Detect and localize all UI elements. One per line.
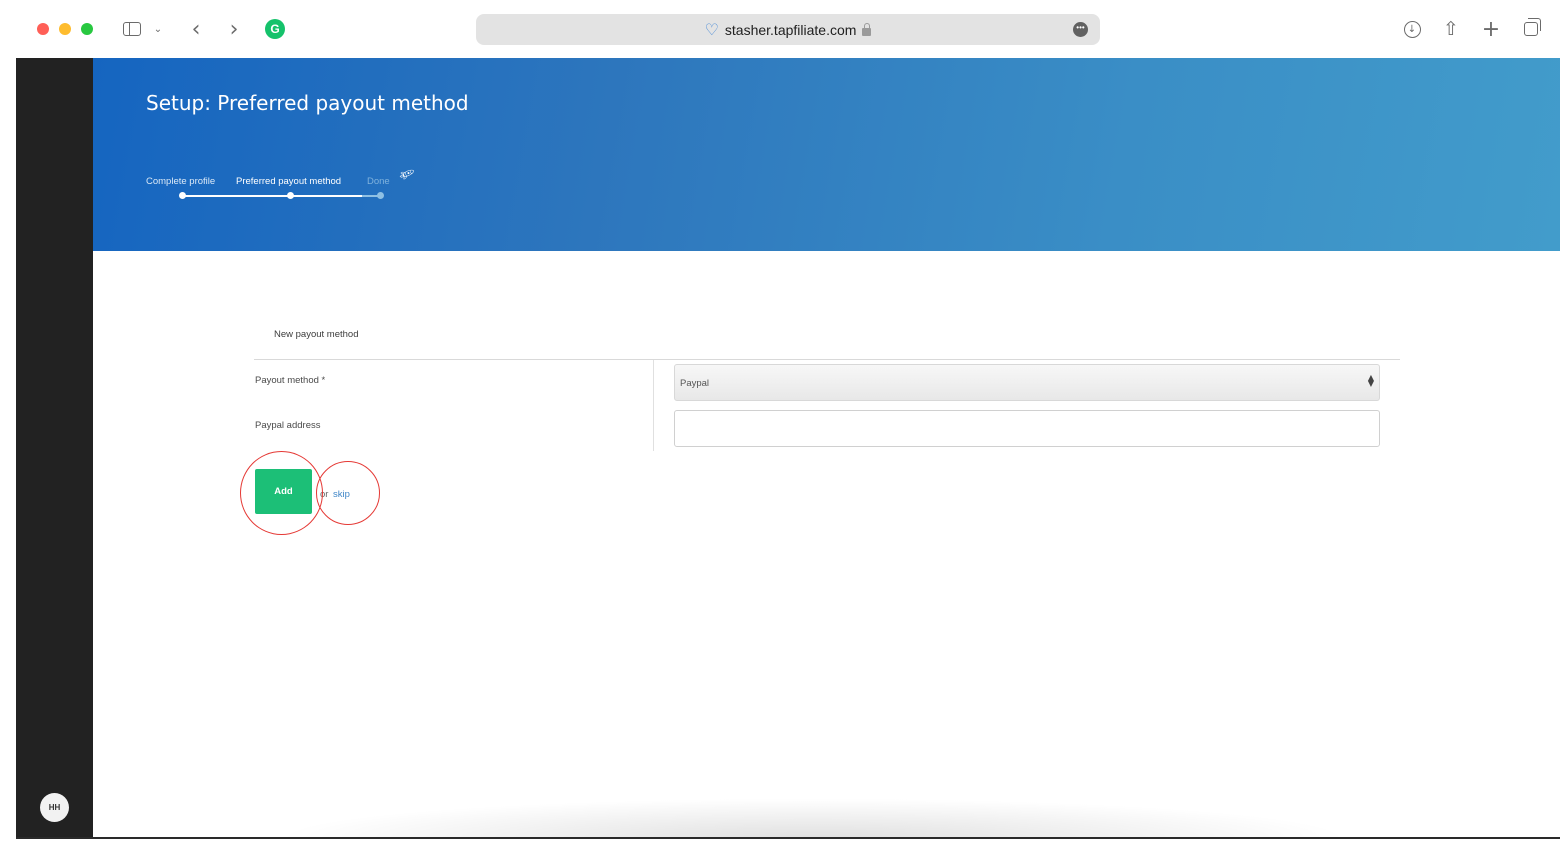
section-divider [254, 359, 1400, 360]
stepper-progress-line [182, 195, 362, 197]
page-title: Setup: Preferred payout method [146, 91, 469, 115]
chevron-down-icon[interactable]: ⌄ [150, 17, 166, 41]
bottom-shadow [273, 798, 1353, 838]
paypal-address-input[interactable] [674, 410, 1380, 447]
share-icon[interactable]: ⇧ [1440, 17, 1462, 41]
avatar[interactable]: HH [40, 793, 69, 822]
step-preferred-payout-method[interactable]: Preferred payout method [236, 176, 341, 187]
annotation-circle-add [240, 451, 323, 535]
browser-toolbar: ⌄ ‹ › G ♡ stasher.tapfiliate.com ••• ↓ ⇧… [0, 0, 1560, 58]
address-bar[interactable]: ♡ stasher.tapfiliate.com ••• [476, 14, 1100, 45]
step-done: Done [367, 176, 390, 187]
sidebar-toggle-icon[interactable] [120, 17, 144, 41]
back-icon[interactable]: ‹ [186, 17, 206, 42]
more-icon[interactable]: ••• [1073, 22, 1088, 37]
close-window-button[interactable] [37, 23, 49, 35]
payout-method-value: Paypal [680, 378, 710, 389]
annotation-circle-skip [316, 461, 380, 525]
step-complete-profile[interactable]: Complete profile [146, 176, 215, 187]
new-tab-icon[interactable]: + [1480, 17, 1502, 42]
step-dot-complete-profile [179, 192, 186, 199]
zoom-window-button[interactable] [81, 23, 93, 35]
step-dot-done [377, 192, 384, 199]
setup-header: Setup: Preferred payout method Complete … [93, 58, 1560, 251]
grammarly-icon[interactable]: G [264, 17, 286, 41]
site-favicon-icon: ♡ [704, 20, 719, 39]
rocket-icon: 🚀︎ [397, 164, 417, 184]
window-bottom-edge [16, 837, 1560, 839]
app-sidebar: HH [16, 58, 93, 838]
column-divider [653, 360, 654, 451]
forward-icon[interactable]: › [224, 17, 244, 42]
minimize-window-button[interactable] [59, 23, 71, 35]
payout-method-select[interactable]: Paypal ▲ ▼ [674, 364, 1380, 401]
select-arrows-icon: ▲ ▼ [1367, 373, 1374, 388]
step-dot-payout-method [287, 192, 294, 199]
setup-stepper: Complete profile Preferred payout method… [146, 165, 446, 203]
main-content: New payout method Payout method * Paypal… [93, 251, 1560, 838]
payout-method-label: Payout method * [255, 375, 326, 386]
lock-icon [862, 22, 872, 36]
tab-overview-icon[interactable] [1520, 17, 1542, 41]
download-icon[interactable]: ↓ [1401, 17, 1423, 41]
section-title: New payout method [274, 329, 359, 340]
paypal-address-label: Paypal address [255, 420, 321, 431]
url-text: stasher.tapfiliate.com [724, 21, 857, 38]
